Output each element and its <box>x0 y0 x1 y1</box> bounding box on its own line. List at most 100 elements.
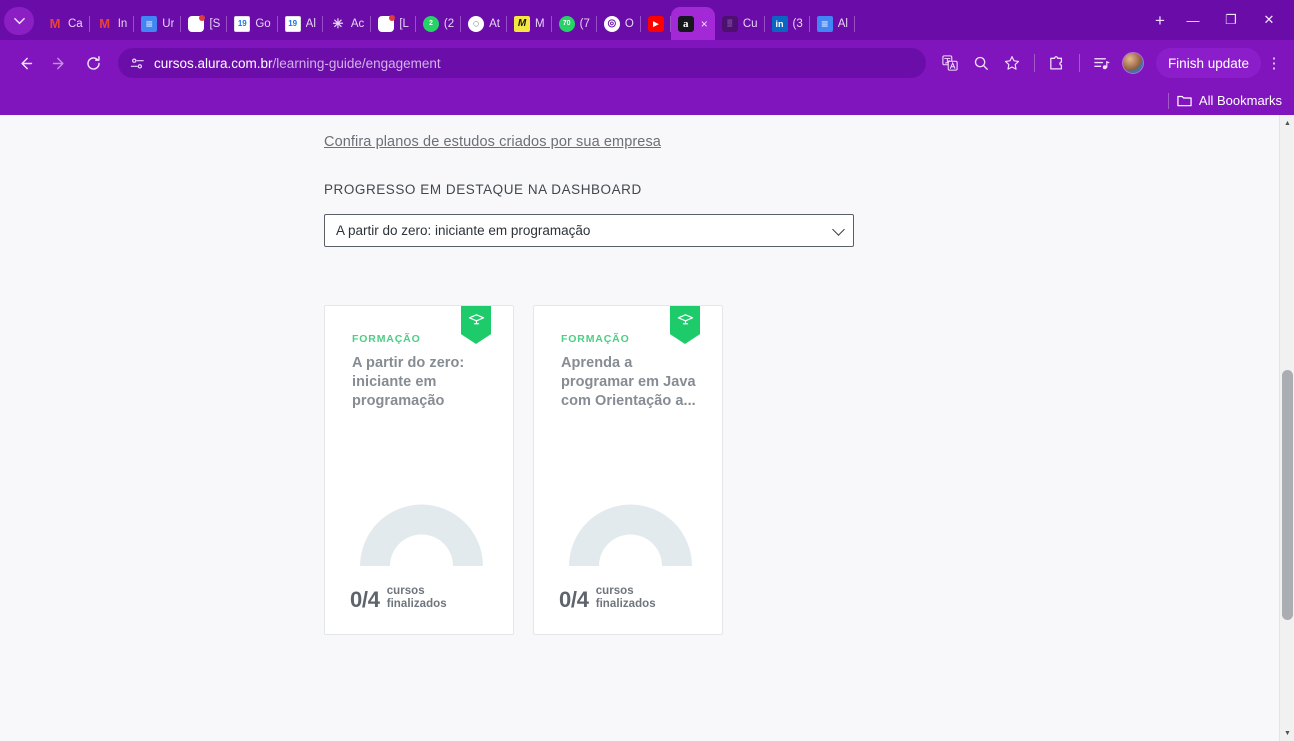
course-count-label: cursos finalizados <box>386 585 447 610</box>
scroll-down-button[interactable]: ▼ <box>1280 725 1294 741</box>
progress-gauge <box>352 499 491 567</box>
url-path: /learning-guide/engagement <box>272 55 441 71</box>
browser-tab[interactable]: 2 (2 <box>416 7 462 40</box>
gmail-icon: M <box>49 16 61 31</box>
course-count: 0/4 cursos finalizados <box>559 567 700 634</box>
browser-tab[interactable]: 19 Go <box>227 7 278 40</box>
highlighted-plan-select[interactable]: A partir do zero: iniciante em programaç… <box>324 214 854 247</box>
section-heading: PROGRESSO EM DESTAQUE NA DASHBOARD <box>324 182 642 197</box>
slack-icon: ✳ <box>332 15 344 31</box>
course-count-label: cursos finalizados <box>595 585 656 610</box>
scrollbar-thumb[interactable] <box>1282 370 1293 620</box>
reload-icon <box>86 55 100 70</box>
address-bar[interactable]: cursos.alura.com.br/learning-guide/engag… <box>118 48 926 78</box>
browser-toolbar: cursos.alura.com.br/learning-guide/engag… <box>0 40 1294 86</box>
google-calendar-icon: 19 <box>284 15 301 32</box>
bookmarks-bar: All Bookmarks <box>0 86 1294 115</box>
tab-title: (7 <box>579 17 590 30</box>
tab-title: [S <box>209 17 221 30</box>
forward-button[interactable] <box>44 48 74 78</box>
browser-tab[interactable]: ◎ O <box>597 7 641 40</box>
reload-button[interactable] <box>78 48 108 78</box>
translate-icon <box>942 55 958 71</box>
course-count-value: 0/4 <box>559 587 589 612</box>
tab-title: (2 <box>443 17 455 30</box>
page-scrollbar[interactable]: ▲ ▼ <box>1279 115 1294 741</box>
translate-button[interactable] <box>936 49 964 77</box>
all-bookmarks-label: All Bookmarks <box>1198 93 1282 108</box>
url-host: cursos.alura.com.br <box>154 55 273 71</box>
amazon-icon: a <box>677 15 694 32</box>
browser-tab[interactable]: MM <box>507 7 552 40</box>
back-arrow-icon <box>20 57 32 69</box>
search-icon <box>974 56 988 70</box>
star-icon <box>1004 56 1020 70</box>
browser-window: M Ca M In ≡ Ur [S 19 Go 19 Al ✳ Ac [L 2 (2 ◌ At M M 70 (7 ◎ O ▶ a… <box>0 0 1294 741</box>
card-title: Aprenda a programar em Java com Orientaç… <box>561 355 696 409</box>
tab-list: M Ca M In ≡ Ur [S 19 Go 19 Al ✳ Ac [L 2 (2 ◌ At M M 70 (7 ◎ O ▶ a… <box>40 0 1146 40</box>
browser-tab[interactable]: M Ca <box>40 7 90 40</box>
browser-tab[interactable]: ≡ Ur <box>134 7 182 40</box>
company-study-plans-link[interactable]: Confira planos de estudos criados por su… <box>324 134 661 150</box>
bookmarks-divider <box>1167 92 1169 109</box>
back-button[interactable] <box>10 48 40 78</box>
page-content: Confira planos de estudos criados por su… <box>0 115 1294 635</box>
browser-tab[interactable]: a × <box>670 7 715 40</box>
media-list-icon <box>1094 57 1110 69</box>
browser-tab[interactable]: ◌ At <box>461 7 508 40</box>
site-settings-icon[interactable] <box>130 56 145 71</box>
linkedin-icon: in <box>771 15 788 32</box>
browser-tab[interactable]: [S <box>181 7 228 40</box>
tab-separator <box>853 16 855 32</box>
browser-tab[interactable]: M In <box>90 7 135 40</box>
tab-title: At <box>489 17 501 30</box>
tab-title: Al <box>305 17 316 30</box>
maximize-button[interactable]: ❐ <box>1212 6 1250 34</box>
new-tab-button[interactable]: + <box>1146 7 1174 35</box>
browser-tab[interactable]: [L <box>371 7 416 40</box>
tab-title: In <box>117 17 128 30</box>
tab-title: (3 <box>792 17 803 30</box>
close-window-button[interactable]: ✕ <box>1250 6 1288 34</box>
scroll-up-button[interactable]: ▲ <box>1280 115 1294 131</box>
puzzle-icon <box>1050 55 1063 70</box>
qr-icon: ▒ <box>721 15 738 32</box>
tab-title: O <box>624 17 634 30</box>
browser-tab[interactable]: ▶ <box>641 7 671 40</box>
minimize-button[interactable]: — <box>1174 6 1212 34</box>
tab-strip: M Ca M In ≡ Ur [S 19 Go 19 Al ✳ Ac [L 2 (2 ◌ At M M 70 (7 ◎ O ▶ a… <box>0 0 1294 40</box>
profile-button[interactable] <box>1119 49 1147 77</box>
browser-tab[interactable]: in (3 <box>765 7 810 40</box>
search-button[interactable] <box>967 49 995 77</box>
browser-tab[interactable]: ≡ Al <box>810 7 855 40</box>
toolbar-divider <box>1033 54 1035 72</box>
browser-tab[interactable]: 19 Al <box>278 7 323 40</box>
close-tab-button[interactable]: × <box>701 17 708 31</box>
url-text: cursos.alura.com.br/learning-guide/engag… <box>154 56 441 71</box>
tab-title: [L <box>399 17 409 30</box>
course-count-value: 0/4 <box>350 587 380 612</box>
plan-select-wrapper: A partir do zero: iniciante em programaç… <box>324 214 854 247</box>
gmail-icon: M <box>99 16 111 31</box>
alura-icon <box>188 14 206 32</box>
alura-icon <box>378 14 396 32</box>
finish-update-button[interactable]: Finish update <box>1155 48 1261 78</box>
media-control-button[interactable] <box>1088 49 1116 77</box>
tab-title: Ac <box>350 17 365 30</box>
bookmark-button[interactable] <box>998 49 1026 77</box>
tab-title: Ca <box>68 17 83 30</box>
plan-card[interactable]: FORMAÇÃO Aprenda a programar em Java com … <box>533 305 723 635</box>
tab-title: Al <box>837 17 848 30</box>
browser-tab[interactable]: ✳ Ac <box>323 7 372 40</box>
plan-card[interactable]: FORMAÇÃO A partir do zero: iniciante em p… <box>324 305 514 635</box>
whatsapp-icon: 70 <box>558 15 575 32</box>
tab-title: Go <box>255 17 271 30</box>
extensions-button[interactable] <box>1043 49 1071 77</box>
tab-search-menu-button[interactable] <box>4 7 34 35</box>
browser-tab[interactable]: ▒ Cu <box>715 7 765 40</box>
browser-menu-button[interactable]: ⋮ <box>1264 54 1284 72</box>
google-calendar-icon: 19 <box>234 15 251 32</box>
tab-title: Cu <box>742 17 758 30</box>
all-bookmarks-button[interactable]: All Bookmarks <box>1177 93 1282 108</box>
browser-tab[interactable]: 70 (7 <box>552 7 597 40</box>
